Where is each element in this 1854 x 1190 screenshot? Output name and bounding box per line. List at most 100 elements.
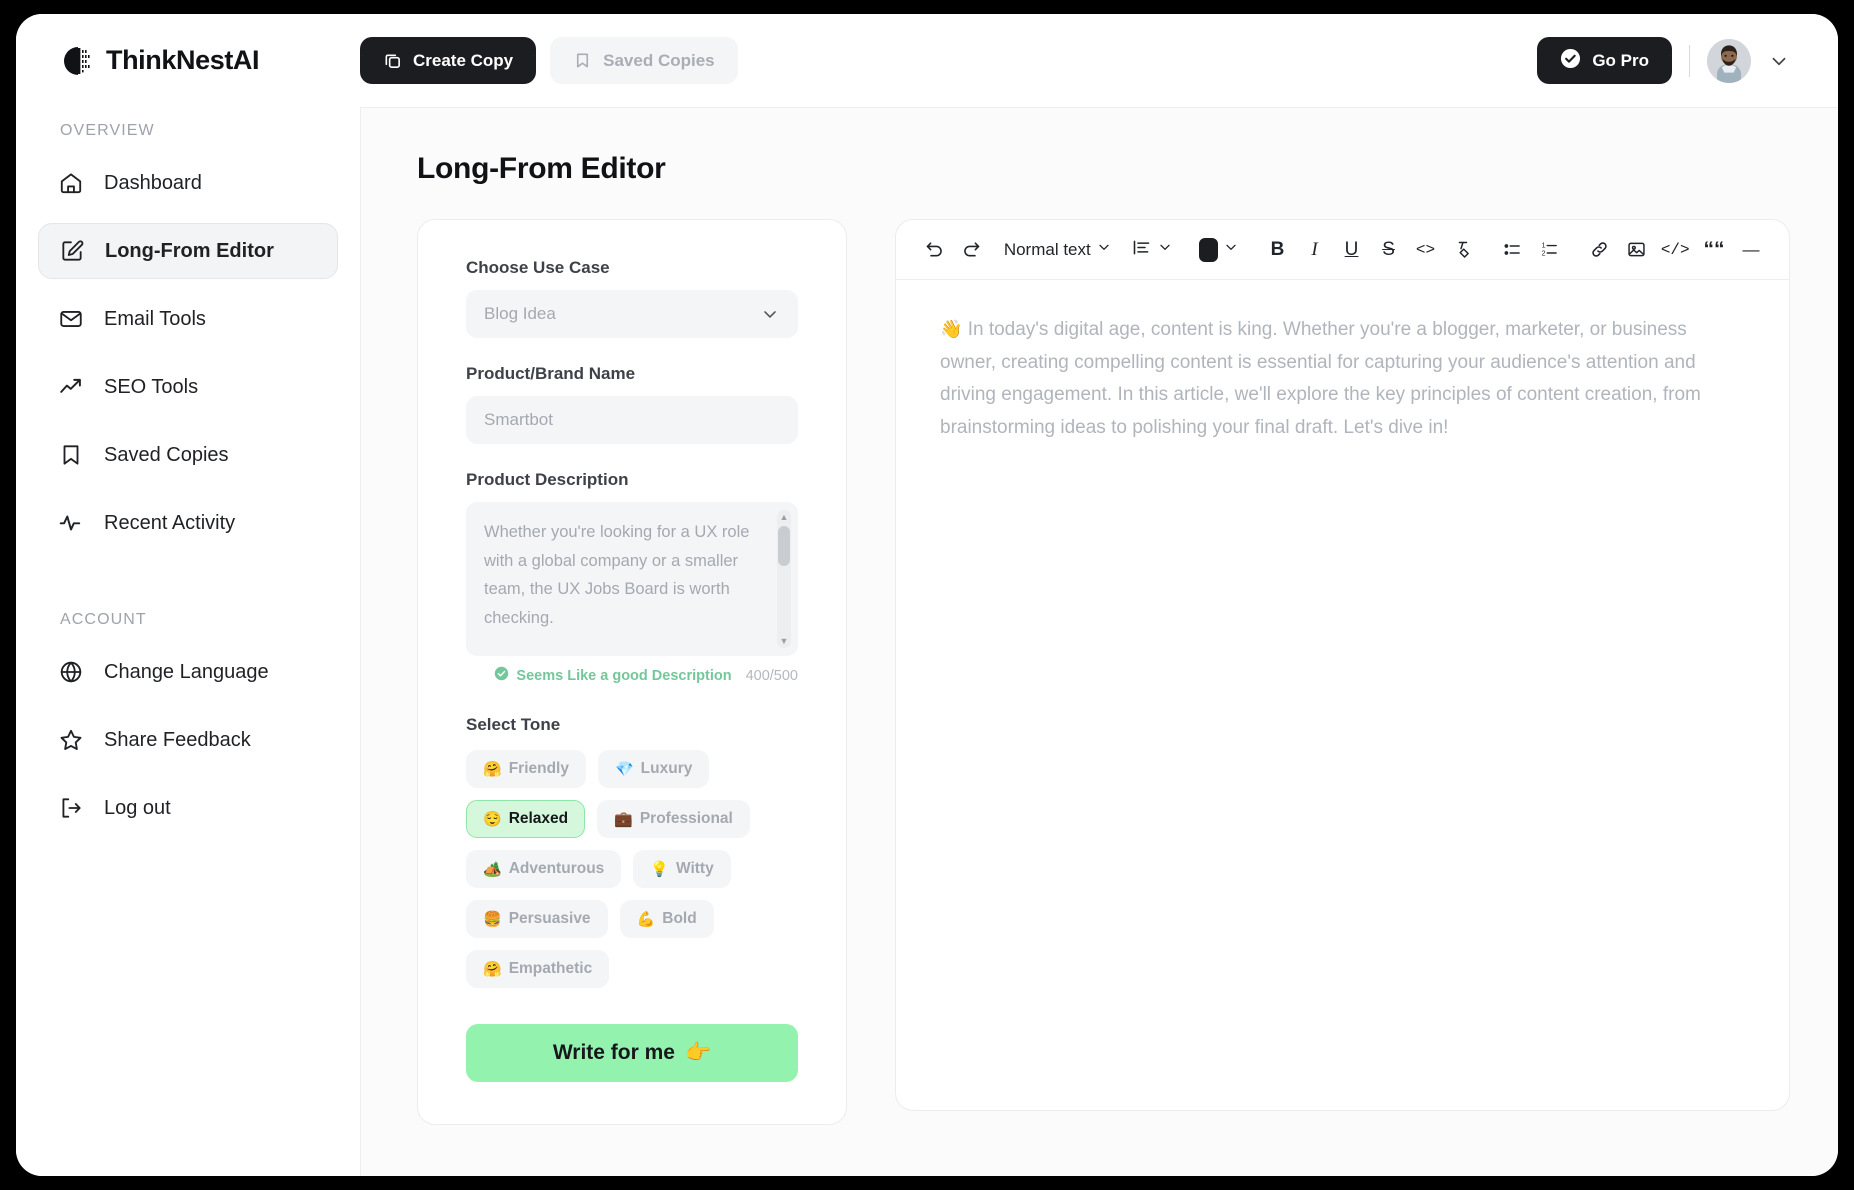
avatar[interactable]	[1707, 38, 1751, 83]
italic-button[interactable]: I	[1299, 232, 1331, 268]
sidebar-item-log-out[interactable]: Log out	[38, 780, 338, 836]
go-pro-button[interactable]: Go Pro	[1537, 37, 1672, 84]
editor-text: In today's digital age, content is king.…	[940, 319, 1701, 439]
blockquote-button[interactable]: ““	[1698, 232, 1730, 268]
inline-code-button[interactable]: <>	[1410, 232, 1442, 268]
sidebar-item-recent-activity[interactable]: Recent Activity	[38, 495, 338, 551]
chevron-down-icon	[1096, 239, 1112, 260]
sidebar-item-email-tools[interactable]: Email Tools	[38, 291, 338, 347]
editor-content-area[interactable]: 👋 In today's digital age, content is kin…	[896, 280, 1789, 1110]
tone-emoji: 💡	[650, 860, 669, 878]
page-title: Long-From Editor	[417, 152, 666, 185]
tone-chip-relaxed[interactable]: 😌 Relaxed	[466, 800, 586, 838]
description-validation-text: Seems Like a good Description	[516, 667, 732, 684]
sidebar-item-share-feedback[interactable]: Share Feedback	[38, 712, 338, 768]
book-mark-logo-icon	[61, 44, 95, 78]
description-textarea[interactable]: Whether you're looking for a UX role wit…	[466, 502, 798, 656]
align-dropdown[interactable]	[1129, 232, 1176, 268]
tone-chip-label: Witty	[675, 860, 714, 877]
tone-chip-bold[interactable]: 💪 Bold	[619, 900, 714, 938]
image-icon[interactable]	[1620, 232, 1652, 268]
device-frame: ThinkNestAI Create Copy Saved Copies Go …	[0, 0, 1854, 1190]
tone-label: Select Tone	[466, 715, 561, 734]
text-color-picker[interactable]	[1194, 232, 1244, 268]
tone-chip-luxury[interactable]: 💎 Luxury	[597, 750, 710, 788]
tone-chip-adventurous[interactable]: 🏕️ Adventurous	[466, 850, 622, 888]
brand-name: ThinkNestAI	[106, 45, 260, 75]
chevron-down-icon[interactable]	[1768, 50, 1790, 72]
description-scrollbar[interactable]: ▲ ▼	[777, 510, 791, 648]
tab-saved-copies-label: Saved Copies	[603, 50, 715, 70]
sidebar-item-dashboard[interactable]: Dashboard	[38, 155, 338, 211]
mail-icon	[58, 306, 84, 332]
write-for-me-label: Write for me	[552, 1041, 675, 1064]
tab-saved-copies[interactable]: Saved Copies	[550, 37, 738, 84]
use-case-value: Blog Idea	[484, 304, 556, 323]
tone-chip-witty[interactable]: 💡 Witty	[633, 850, 731, 888]
sidebar-item-saved-copies[interactable]: Saved Copies	[38, 427, 338, 483]
main-content: Long-From Editor Choose Use Case Blog Id…	[360, 107, 1838, 1176]
text-style-label: Normal text	[1003, 239, 1091, 259]
svg-text:2: 2	[1542, 250, 1546, 257]
chevron-down-icon	[1223, 239, 1239, 260]
star-icon	[58, 727, 84, 753]
sidebar-section-account-label: ACCOUNT	[60, 611, 147, 628]
bold-button[interactable]: B	[1262, 232, 1294, 268]
tone-emoji: 🤗	[483, 760, 502, 778]
brand-name-field: Product/Brand Name Smartbot	[466, 364, 798, 444]
write-for-me-button[interactable]: Write for me 👉	[466, 1024, 798, 1082]
scroll-down-icon[interactable]: ▼	[777, 634, 791, 648]
copy-icon	[383, 51, 402, 70]
edit-square-icon	[59, 238, 85, 264]
sidebar-item-label: Share Feedback	[104, 728, 251, 751]
top-tabs: Create Copy Saved Copies	[360, 37, 738, 84]
tone-chip-professional[interactable]: 💼 Professional	[597, 800, 750, 838]
app-window: ThinkNestAI Create Copy Saved Copies Go …	[16, 14, 1838, 1176]
strikethrough-button[interactable]: S	[1373, 232, 1405, 268]
sidebar-item-long-from-editor[interactable]: Long-From Editor	[38, 223, 338, 279]
description-label: Product Description	[466, 470, 629, 489]
content-columns: Choose Use Case Blog Idea Product/Brand …	[417, 219, 1790, 1125]
bookmark-icon	[573, 51, 592, 70]
undo-icon[interactable]	[918, 232, 950, 268]
bullet-list-icon[interactable]	[1497, 232, 1529, 268]
tone-chip-label: Luxury	[640, 760, 693, 777]
code-block-button[interactable]: </>	[1657, 232, 1693, 268]
tone-chip-persuasive[interactable]: 🍔 Persuasive	[466, 900, 608, 938]
sidebar-item-label: Saved Copies	[104, 443, 229, 466]
brand-name-label: Product/Brand Name	[466, 364, 636, 383]
tab-create-copy[interactable]: Create Copy	[360, 37, 537, 84]
brand-name-input[interactable]: Smartbot	[466, 396, 798, 444]
sidebar-item-change-language[interactable]: Change Language	[38, 644, 338, 700]
topbar-divider	[1689, 44, 1690, 77]
horizontal-rule-button[interactable]: —	[1735, 232, 1767, 268]
sidebar-item-seo-tools[interactable]: SEO Tools	[38, 359, 338, 415]
sidebar-item-label: Change Language	[104, 660, 269, 683]
tone-emoji: 🤗	[483, 960, 502, 978]
globe-icon	[58, 659, 84, 685]
sidebar-item-label: Recent Activity	[104, 511, 236, 534]
use-case-select[interactable]: Blog Idea	[466, 290, 798, 338]
rich-text-editor-card: Normal text B I U S <> 1 2 </> ““ — 👋 In…	[895, 219, 1790, 1111]
chevron-down-icon	[760, 304, 780, 324]
underline-button[interactable]: U	[1336, 232, 1368, 268]
numbered-list-icon[interactable]: 1 2	[1534, 232, 1566, 268]
tone-chip-label: Adventurous	[508, 860, 605, 877]
clear-formatting-icon[interactable]	[1447, 232, 1479, 268]
link-icon[interactable]	[1583, 232, 1615, 268]
tone-emoji: 😌	[483, 810, 502, 828]
check-circle-icon	[1560, 48, 1581, 74]
text-style-dropdown[interactable]: Normal text	[1003, 232, 1112, 268]
scrollbar-thumb[interactable]	[778, 526, 790, 566]
top-bar: ThinkNestAI Create Copy Saved Copies Go …	[16, 14, 1838, 107]
redo-icon[interactable]	[955, 232, 987, 268]
use-case-label: Choose Use Case	[466, 258, 610, 277]
tone-emoji: 💎	[614, 760, 634, 778]
tone-emoji: 🏕️	[483, 860, 502, 878]
scroll-up-icon[interactable]: ▲	[777, 510, 791, 524]
go-pro-label: Go Pro	[1592, 50, 1649, 70]
tone-chip-friendly[interactable]: 🤗 Friendly	[466, 750, 586, 788]
description-value: Whether you're looking for a UX role wit…	[484, 523, 750, 627]
tone-chip-empathetic[interactable]: 🤗 Empathetic	[466, 950, 610, 988]
generation-form-card: Choose Use Case Blog Idea Product/Brand …	[417, 219, 847, 1125]
